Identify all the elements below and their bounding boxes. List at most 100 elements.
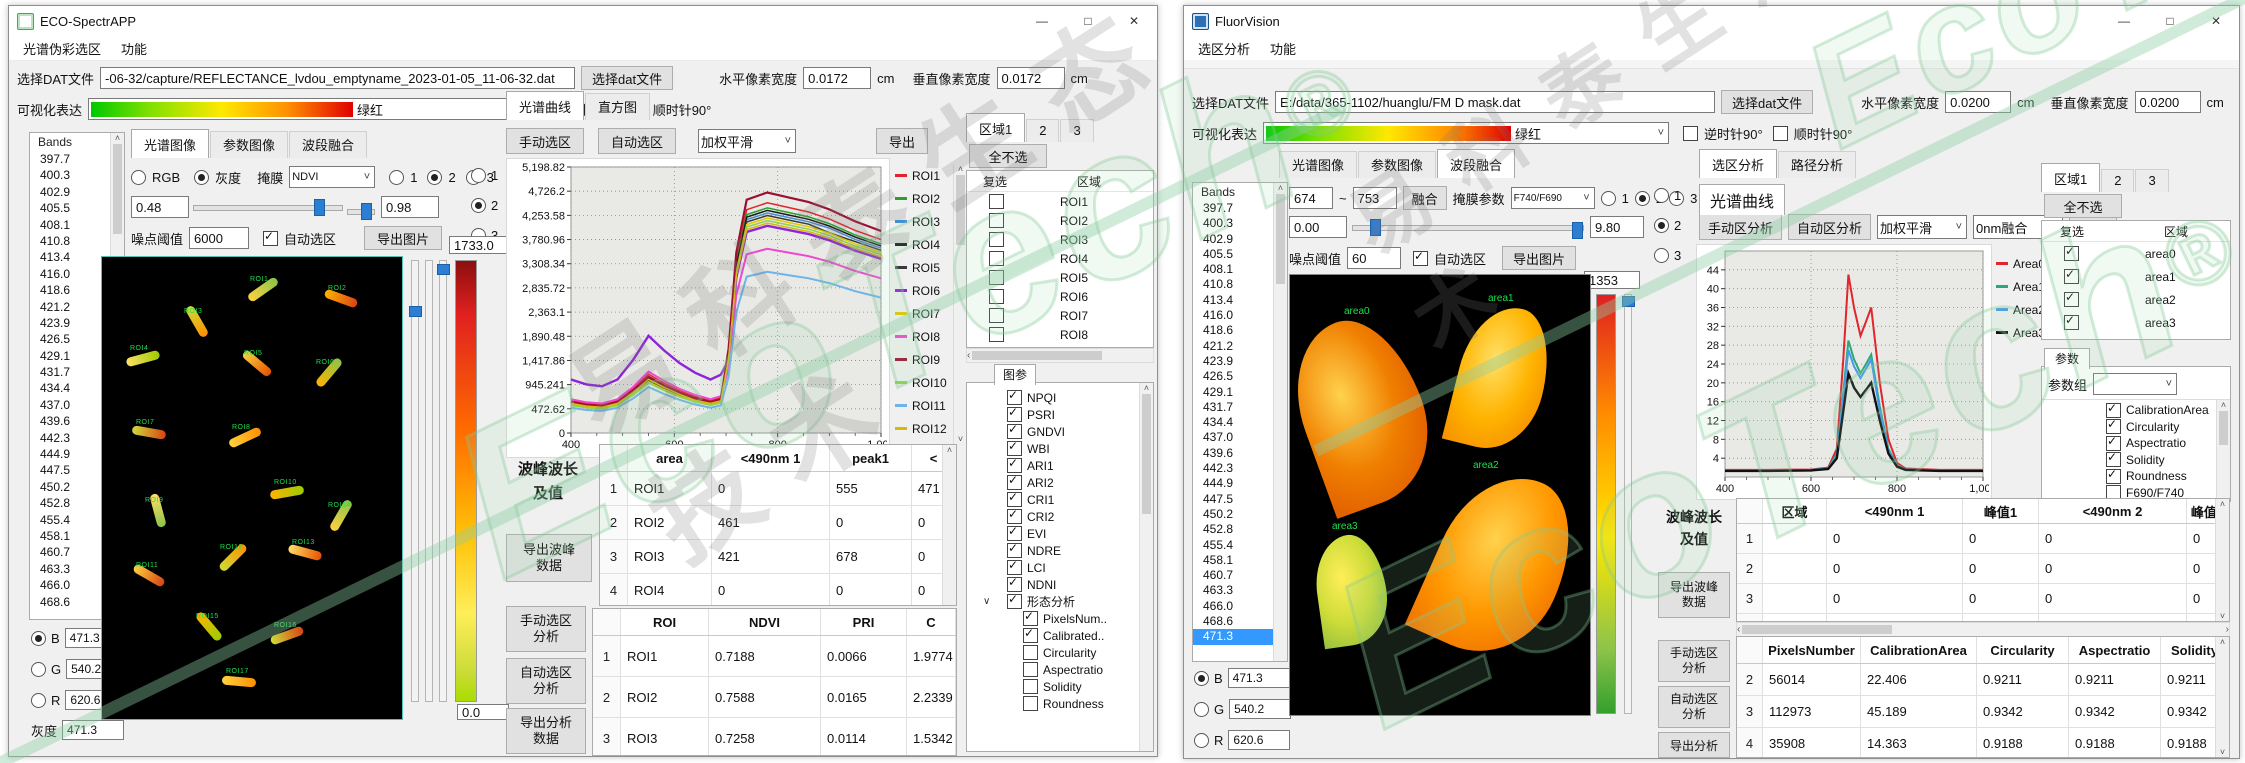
- rgb-radio[interactable]: [131, 170, 146, 185]
- low-slider-thumb[interactable]: [314, 199, 325, 216]
- option2-radio[interactable]: [1635, 191, 1650, 206]
- parameter-item[interactable]: NDRE: [967, 542, 1153, 559]
- auto-region-checkbox[interactable]: [263, 231, 278, 246]
- region-tab-1[interactable]: 区域1: [966, 113, 1025, 142]
- parameter-item[interactable]: WBI: [967, 440, 1153, 457]
- channel-row[interactable]: B 471.3: [1194, 668, 1290, 688]
- channel-wavelength[interactable]: 471.3: [1228, 668, 1290, 688]
- threshold-slider[interactable]: [1352, 225, 1584, 231]
- leaf-shape[interactable]: [1442, 297, 1562, 459]
- h-pixel-width-input[interactable]: 0.0200: [1945, 91, 2011, 113]
- scroll-down-icon[interactable]: ˅: [958, 434, 963, 444]
- dat-path-input[interactable]: E:/data/365-1102/huanglu/FM D mask.dat: [1275, 91, 1715, 113]
- colormap-combo[interactable]: 绿红 ˅: [88, 98, 524, 120]
- region-row[interactable]: ROI2: [967, 211, 1153, 230]
- legend-item[interactable]: ROI6: [895, 279, 951, 302]
- view1-radio[interactable]: [1654, 188, 1669, 203]
- tab-item[interactable]: 光谱图像: [1279, 151, 1357, 178]
- sprout-shape[interactable]: [222, 676, 257, 688]
- manual-analysis-button[interactable]: 手动选区 分析: [506, 606, 586, 652]
- low-threshold-input[interactable]: 0.00: [1289, 216, 1347, 238]
- table-row[interactable]: 1 0 0 0 0: [1737, 524, 2229, 554]
- high-slider-thumb[interactable]: [361, 203, 372, 220]
- scroll-thumb[interactable]: [1276, 194, 1285, 284]
- region-row[interactable]: area2: [2042, 288, 2230, 311]
- scroll-up-icon[interactable]: ˄: [115, 133, 120, 143]
- manual-region-button[interactable]: 手动选区: [506, 128, 584, 154]
- tab-item[interactable]: 参数图像: [210, 131, 288, 158]
- scroll-thumb[interactable]: [113, 144, 122, 234]
- parameter-checkbox[interactable]: [2106, 469, 2121, 484]
- export-analysis-button[interactable]: 导出分析 数据: [506, 708, 586, 754]
- close-button[interactable]: ✕: [2193, 6, 2239, 36]
- region-hscrollbar[interactable]: ‹: [966, 348, 1154, 363]
- gray-value[interactable]: 471.3: [62, 720, 124, 740]
- parameter-checkbox[interactable]: [1007, 543, 1022, 558]
- parameter-item[interactable]: PSRI: [967, 406, 1153, 423]
- legend-item[interactable]: ROI2: [895, 187, 951, 210]
- parameter-checkbox[interactable]: [2106, 452, 2121, 467]
- legend-item[interactable]: ROI9: [895, 348, 951, 371]
- parameter-checkbox[interactable]: [1007, 577, 1022, 592]
- scale-thumb-top[interactable]: [437, 264, 450, 275]
- parameter-item[interactable]: Circularity: [967, 644, 1153, 661]
- menu-item[interactable]: 功能: [1262, 37, 1304, 60]
- tab-item[interactable]: 选区分析: [1699, 149, 1777, 178]
- option2-radio[interactable]: [427, 170, 442, 185]
- auto-analysis-button[interactable]: 自动选区 分析: [506, 658, 586, 704]
- channel-radio[interactable]: [31, 693, 46, 708]
- channel-radio[interactable]: [31, 631, 46, 646]
- scroll-up-icon[interactable]: ˄: [947, 445, 952, 455]
- low-slider-thumb[interactable]: [1370, 219, 1381, 236]
- smoothing-combo[interactable]: 加权平滑 ˅: [698, 129, 796, 153]
- auto-analysis-button[interactable]: 自动区分析: [1788, 214, 1871, 240]
- scroll-up-icon[interactable]: ˄: [958, 164, 963, 174]
- region-row[interactable]: ROI8: [967, 325, 1153, 344]
- parameter-checkbox[interactable]: [1007, 492, 1022, 507]
- channel-radio[interactable]: [1194, 671, 1209, 686]
- scroll-right-icon[interactable]: ›: [2226, 624, 2229, 635]
- fusion-from-input[interactable]: 674: [1289, 187, 1333, 209]
- legend-item[interactable]: ROI3: [895, 210, 951, 233]
- region-checkbox[interactable]: [989, 308, 1004, 323]
- region-tab-2[interactable]: 2: [2101, 169, 2134, 192]
- sprout-shape[interactable]: [131, 425, 166, 440]
- minimize-button[interactable]: —: [1019, 6, 1065, 36]
- region-row[interactable]: ROI4: [967, 249, 1153, 268]
- bands-scrollbar[interactable]: ˄: [1273, 183, 1287, 661]
- curve-tab[interactable]: 光谱曲线: [1699, 184, 1785, 215]
- scroll-down-icon[interactable]: ˅: [2220, 747, 2225, 757]
- parameter-checkbox[interactable]: [1007, 407, 1022, 422]
- title-bar[interactable]: ECO-SpectrAPP — □ ✕: [9, 6, 1157, 37]
- menu-item[interactable]: 功能: [113, 37, 155, 60]
- region-checkbox[interactable]: [2064, 315, 2079, 330]
- table-row[interactable]: 2 0 0 0 0: [1737, 554, 2229, 584]
- table-row[interactable]: 2 ROI2 461 0 0: [600, 506, 956, 540]
- params-tab[interactable]: 图参: [994, 364, 1036, 385]
- channel-wavelength[interactable]: 620.6: [1228, 730, 1290, 750]
- option1-radio[interactable]: [1601, 191, 1616, 206]
- bands-list[interactable]: Bands 397.7400.3402.9405.5408.1410.8413.…: [1192, 182, 1288, 662]
- region-checkbox[interactable]: [989, 327, 1004, 342]
- option1-radio[interactable]: [389, 170, 404, 185]
- legend-item[interactable]: ROI7: [895, 302, 951, 325]
- tab-item[interactable]: 光谱图像: [131, 129, 209, 158]
- minimize-button[interactable]: —: [2101, 6, 2147, 36]
- parameter-item[interactable]: Roundness: [2042, 468, 2230, 485]
- parameter-item[interactable]: Roundness: [967, 695, 1153, 712]
- scroll-thumb[interactable]: [956, 175, 965, 245]
- scale-thumb[interactable]: [1622, 296, 1635, 307]
- choose-dat-button[interactable]: 选择dat文件: [581, 66, 673, 90]
- tab-item[interactable]: 波段融合: [1437, 149, 1515, 178]
- table-row[interactable]: 2 56014 22.406 0.9211 0.9211 0.9211: [1737, 664, 2229, 696]
- parameter-item[interactable]: NDNI: [967, 576, 1153, 593]
- scroll-up-icon[interactable]: ˄: [2220, 637, 2225, 647]
- auto-region-button[interactable]: 自动选区: [598, 128, 676, 154]
- high-threshold-input[interactable]: 0.98: [381, 196, 439, 218]
- scroll-thumb[interactable]: [1142, 394, 1151, 514]
- parameter-item[interactable]: PixelsNum..: [967, 610, 1153, 627]
- parameter-item[interactable]: NPQI: [967, 389, 1153, 406]
- channel-wavelength[interactable]: 540.2: [1229, 699, 1291, 719]
- fuse-button[interactable]: 融合: [1403, 186, 1447, 210]
- param-tab[interactable]: 参数: [2044, 348, 2090, 369]
